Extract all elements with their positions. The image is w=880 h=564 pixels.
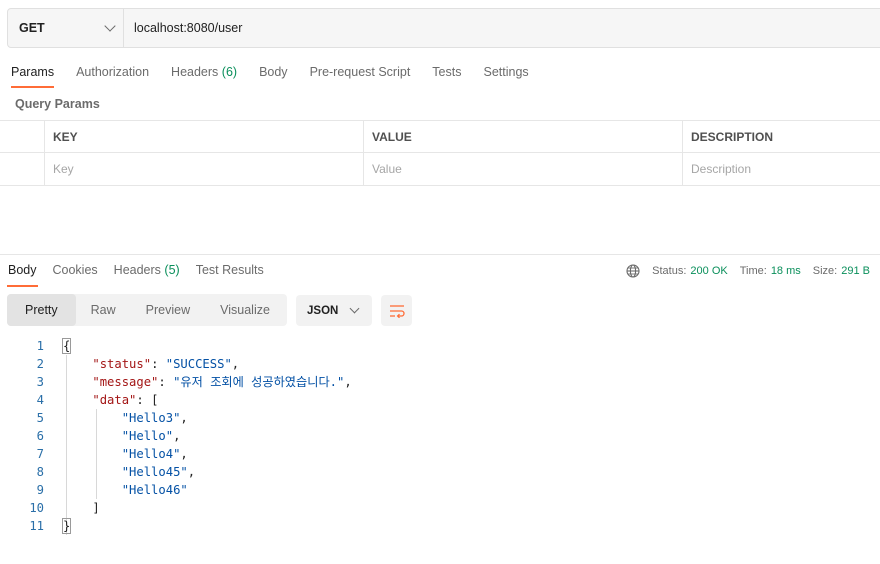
request-tabs: Params Authorization Headers (6) Body Pr… (0, 62, 540, 88)
tab-tests[interactable]: Tests (421, 62, 472, 88)
status-value[interactable]: 200 OK (690, 265, 727, 277)
url-input[interactable] (124, 9, 880, 47)
json-line: "status": "SUCCESS", (92, 357, 240, 371)
value-input[interactable]: Value (363, 153, 682, 185)
json-key: "data" (92, 393, 137, 407)
json-key: "status" (92, 357, 152, 371)
checkbox-column-header (0, 121, 44, 152)
query-params-title: Query Params (15, 97, 100, 111)
value-column-header: VALUE (363, 121, 682, 152)
response-tab-test-results[interactable]: Test Results (188, 262, 272, 287)
time-value[interactable]: 18 ms (771, 265, 801, 277)
time-label: Time: (739, 264, 767, 277)
json-string: "Hello" (121, 429, 174, 443)
view-pretty-button[interactable]: Pretty (7, 294, 76, 326)
response-meta: Status: 200 OK Time: 18 ms Size: 291 B (626, 262, 870, 279)
chevron-down-icon (104, 20, 116, 32)
json-line: "Hello", (121, 429, 181, 443)
request-url-bar: GET (7, 8, 880, 48)
json-content: { "status": "SUCCESS", "message": "유저 조회… (61, 337, 352, 535)
view-preview-button[interactable]: Preview (131, 294, 205, 326)
size-label: Size: (812, 264, 838, 277)
chevron-down-icon (349, 303, 360, 314)
line-number: 9 (36, 483, 44, 497)
json-line: { (61, 337, 352, 355)
description-input[interactable]: Description (682, 153, 880, 185)
json-string: "유저 조회에 성공하였습니다." (173, 375, 345, 389)
wrap-lines-icon (389, 304, 405, 318)
json-string: "SUCCESS" (165, 357, 232, 371)
response-tab-body[interactable]: Body (0, 262, 45, 287)
response-tab-cookies[interactable]: Cookies (45, 262, 106, 287)
line-number: 2 (36, 357, 44, 371)
view-visualize-button[interactable]: Visualize (205, 294, 285, 326)
tab-body[interactable]: Body (248, 62, 299, 88)
table-header-row: KEY VALUE DESCRIPTION (0, 120, 880, 153)
json-key: "message" (92, 375, 159, 389)
json-string: "Hello45" (121, 465, 188, 479)
line-number: 3 (36, 375, 44, 389)
response-tab-headers[interactable]: Headers (5) (106, 262, 188, 287)
close-brace: } (61, 518, 72, 534)
format-label: JSON (307, 304, 339, 317)
response-headers-count: (5) (164, 263, 180, 277)
tab-params[interactable]: Params (0, 62, 65, 88)
method-select[interactable]: GET (8, 9, 124, 47)
method-label: GET (19, 21, 45, 35)
json-line: "Hello4", (121, 447, 188, 461)
open-brace: { (61, 338, 72, 354)
line-number: 6 (36, 429, 44, 443)
view-mode-group: Pretty Raw Preview Visualize (7, 294, 287, 326)
line-number: 11 (29, 519, 44, 533)
size-value[interactable]: 291 B (841, 265, 870, 277)
row-checkbox-cell (0, 153, 44, 185)
line-number: 8 (36, 465, 44, 479)
json-string: "Hello4" (121, 447, 181, 461)
response-tabs: Body Cookies Headers (5) Test Results (0, 262, 272, 287)
query-params-table: KEY VALUE DESCRIPTION Key Value Descript… (0, 120, 880, 186)
json-line: "Hello3", (121, 411, 188, 425)
tab-authorization[interactable]: Authorization (65, 62, 160, 88)
line-number: 10 (29, 501, 44, 515)
status-label: Status: (652, 264, 687, 277)
description-column-header: DESCRIPTION (682, 121, 880, 152)
json-line: "data": [ (92, 393, 159, 407)
json-line: "message": "유저 조회에 성공하였습니다.", (92, 375, 352, 389)
line-number: 1 (36, 339, 44, 353)
json-line: ] (63, 501, 100, 515)
json-line: "Hello46" (63, 481, 352, 499)
globe-icon[interactable] (626, 263, 640, 278)
wrap-lines-button[interactable] (381, 295, 412, 326)
tab-pre-request-script[interactable]: Pre-request Script (299, 62, 422, 88)
key-input[interactable]: Key (44, 153, 363, 185)
line-number: 7 (36, 447, 44, 461)
line-number: 5 (36, 411, 44, 425)
view-raw-button[interactable]: Raw (76, 294, 131, 326)
response-divider[interactable] (0, 254, 880, 255)
json-line: "Hello45", (121, 465, 196, 479)
headers-count: (6) (221, 65, 238, 79)
key-column-header: KEY (44, 121, 363, 152)
line-number-gutter: 1 2 3 4 5 6 7 8 9 10 11 (0, 337, 44, 535)
line-number: 4 (36, 393, 44, 407)
table-row: Key Value Description (0, 153, 880, 186)
json-string: "Hello3" (121, 411, 181, 425)
json-string: "Hello46" (121, 483, 188, 497)
format-select[interactable]: JSON (296, 295, 372, 326)
tab-settings[interactable]: Settings (472, 62, 539, 88)
tab-headers[interactable]: Headers (6) (160, 62, 248, 88)
json-line: } (61, 517, 352, 535)
